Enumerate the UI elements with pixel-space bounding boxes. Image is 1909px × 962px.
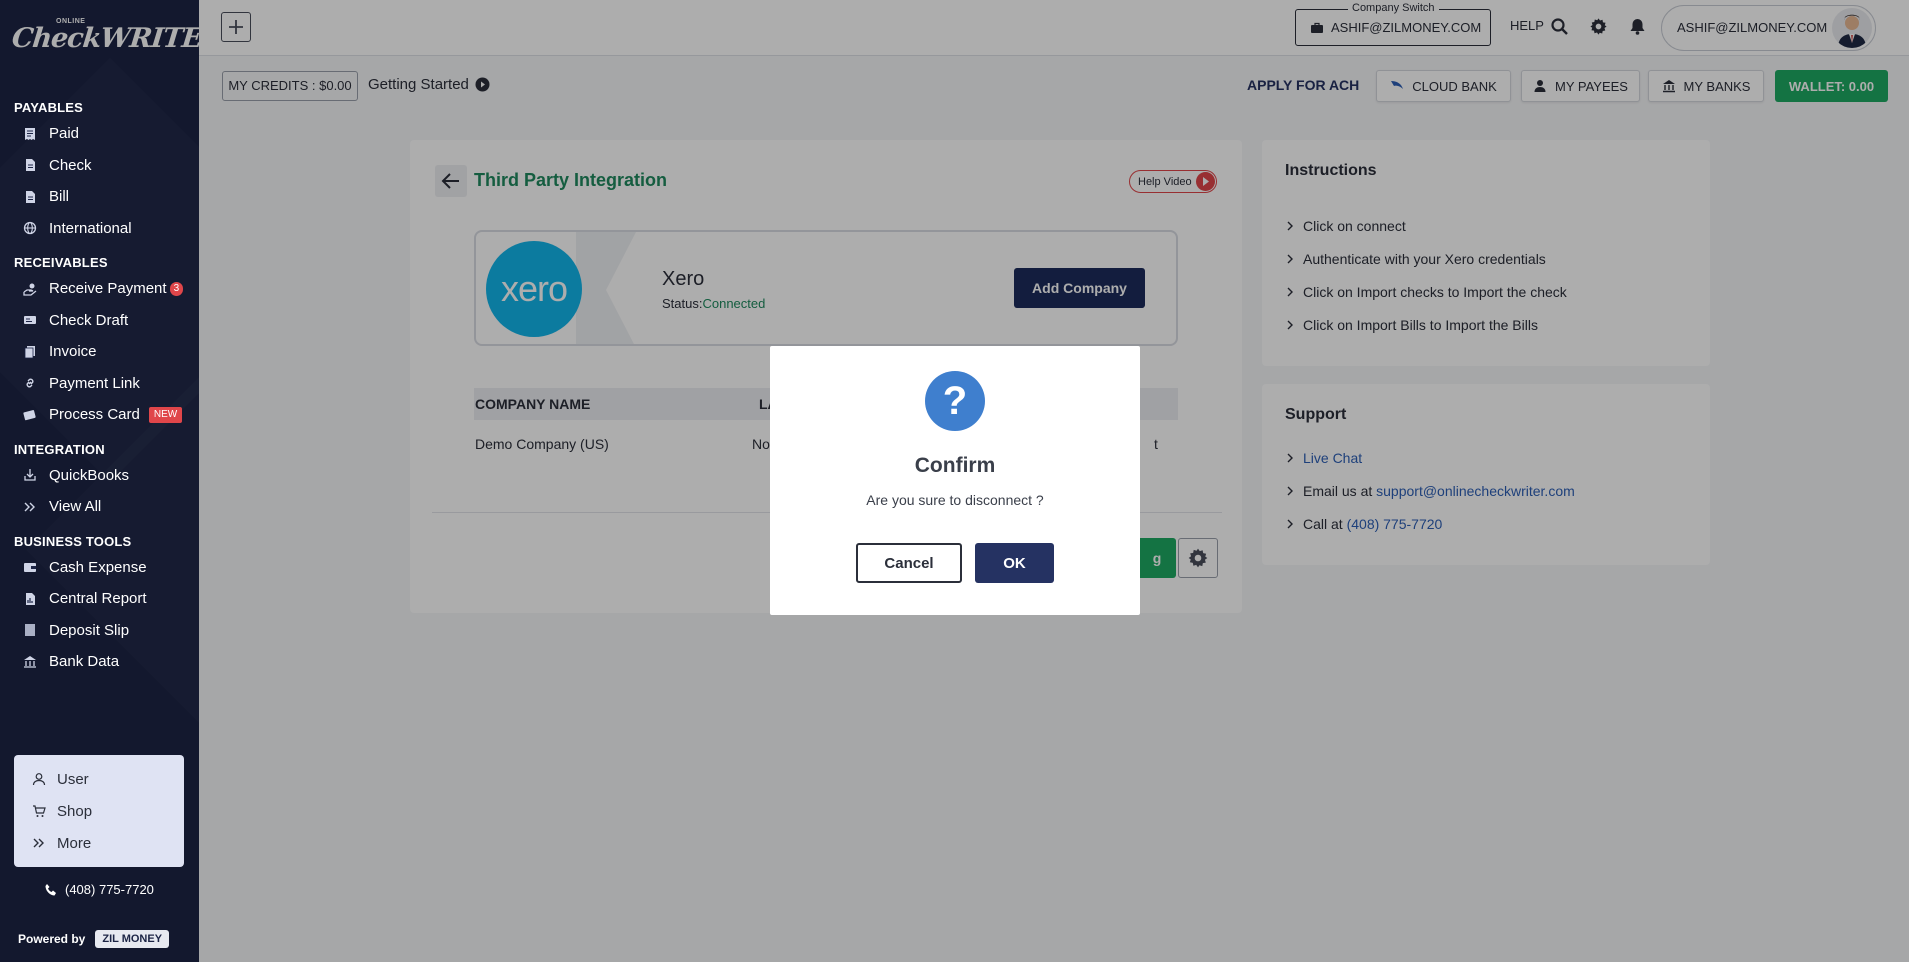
sidebar-bottom-menu: User Shop More <box>14 755 184 867</box>
sidebar-item-view-all[interactable]: View All <box>0 491 199 523</box>
sidebar-item-label: Check <box>49 156 92 174</box>
document-icon <box>26 159 35 172</box>
sidebar-item-label: Paid <box>49 125 80 143</box>
section-integration: INTEGRATION <box>14 441 105 457</box>
sidebar-item-paid[interactable]: Paid <box>0 118 199 150</box>
bank-icon <box>24 655 36 668</box>
user-icon <box>32 773 46 786</box>
powered-by-text: Powered by <box>18 932 86 946</box>
sidebar-item-label: Process Card <box>49 406 140 424</box>
new-tag: NEW <box>148 406 183 423</box>
sidebar-phone[interactable]: (408) 775-7720 <box>44 882 154 897</box>
section-receivables: RECEIVABLES <box>14 255 108 270</box>
sidebar-item-deposit-slip[interactable]: Deposit Slip <box>0 615 199 647</box>
sidebar-item-receive-payment[interactable]: Receive Payment 3 <box>0 273 199 305</box>
double-chevron-icon <box>33 838 44 848</box>
sidebar-item-shop[interactable]: Shop <box>14 795 184 827</box>
sidebar-item-label: Cash Expense <box>49 558 147 576</box>
sidebar-item-payment-link[interactable]: Payment Link <box>0 368 199 400</box>
confirm-dialog: ? Confirm Are you sure to disconnect ? C… <box>770 346 1140 615</box>
hand-money-icon <box>23 283 37 296</box>
ok-button[interactable]: OK <box>975 543 1054 583</box>
sidebar-item-label: Payment Link <box>49 374 140 392</box>
sidebar-item-label: International <box>49 219 132 237</box>
sidebar-item-quickbooks[interactable]: QuickBooks <box>0 460 199 492</box>
sidebar-item-label: Shop <box>57 802 93 820</box>
sidebar-item-cash-expense[interactable]: Cash Expense <box>0 552 199 584</box>
sidebar-item-label: View All <box>49 498 102 516</box>
sidebar-item-label: Bill <box>49 188 70 206</box>
sidebar-item-label: User <box>57 770 89 788</box>
slip-icon <box>25 624 35 637</box>
double-chevron-icon <box>24 502 35 512</box>
report-icon <box>26 592 35 605</box>
sidebar-item-label: QuickBooks <box>49 466 130 484</box>
sidebar: ONLINE CheckWRITER PAYABLES Paid Check B… <box>0 0 199 962</box>
dialog-title: Confirm <box>914 454 996 477</box>
cart-icon <box>33 805 46 817</box>
sidebar-item-label: Receive Payment <box>49 280 167 298</box>
sidebar-item-label: Deposit Slip <box>49 621 130 639</box>
sidebar-item-international[interactable]: International <box>0 213 199 245</box>
question-icon: ? <box>925 371 985 431</box>
sidebar-item-central-report[interactable]: Central Report <box>0 583 199 615</box>
sidebar-item-label: Bank Data <box>49 653 120 671</box>
link-icon <box>26 378 34 388</box>
sidebar-item-label: Central Report <box>49 590 147 608</box>
sidebar-nav: PAYABLES Paid Check Bill International R… <box>0 95 199 695</box>
dialog-message: Are you sure to disconnect ? <box>866 492 1044 508</box>
sidebar-item-more[interactable]: More <box>14 827 184 859</box>
sidebar-phone-number: (408) 775-7720 <box>65 882 154 897</box>
sidebar-item-label: Check Draft <box>49 311 129 329</box>
globe-icon <box>23 222 37 235</box>
check-draft-icon <box>24 316 36 325</box>
sidebar-item-process-card[interactable]: Process Card NEW <box>0 399 199 431</box>
wallet-icon <box>24 563 36 573</box>
import-icon <box>24 469 36 481</box>
sidebar-item-check-draft[interactable]: Check Draft <box>0 305 199 337</box>
powered-by: Powered by ZIL MONEY <box>18 930 170 948</box>
notification-badge: 3 <box>169 281 184 296</box>
section-payables: PAYABLES <box>14 100 84 115</box>
invoice-icon <box>24 345 35 359</box>
cancel-button[interactable]: Cancel <box>856 543 962 583</box>
phone-icon <box>45 883 56 895</box>
zil-money-logo[interactable]: ZIL MONEY <box>95 930 170 948</box>
sidebar-item-bill[interactable]: Bill <box>0 181 199 213</box>
document-icon <box>26 190 35 203</box>
sidebar-item-label: More <box>57 834 92 852</box>
receipt-icon <box>25 127 35 140</box>
sidebar-item-label: Invoice <box>49 343 97 361</box>
sidebar-item-invoice[interactable]: Invoice <box>0 336 199 368</box>
sidebar-item-bank-data[interactable]: Bank Data <box>0 646 199 678</box>
sidebar-item-check[interactable]: Check <box>0 150 199 182</box>
sidebar-item-user[interactable]: User <box>14 763 184 795</box>
card-icon <box>23 409 36 420</box>
section-business-tools: BUSINESS TOOLS <box>14 533 132 549</box>
